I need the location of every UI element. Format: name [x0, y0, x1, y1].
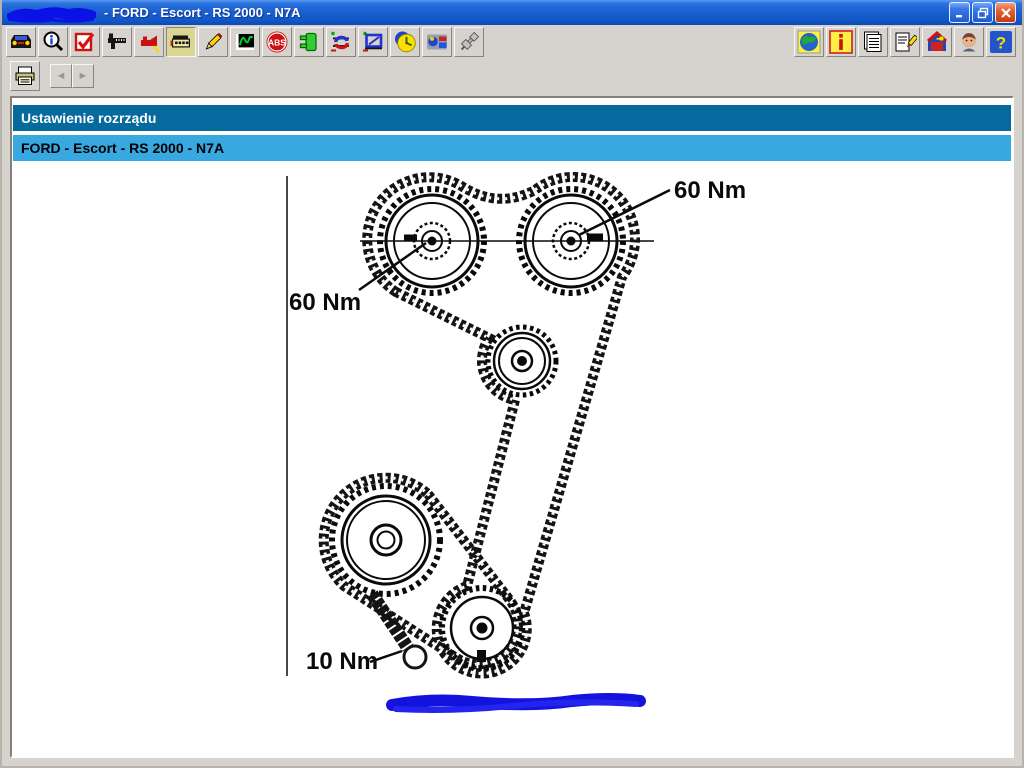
main-toolbar: ABS [2, 25, 1022, 59]
redaction-scribble-icon [6, 3, 98, 23]
search-info-icon [41, 30, 65, 54]
exhaust-circulation-button[interactable] [326, 27, 356, 57]
circulation-arrows-icon [329, 30, 353, 54]
torque-label-left-cam: 60 Nm [289, 289, 361, 316]
back-button[interactable]: ◄ [50, 64, 72, 88]
help-button[interactable]: ? [986, 27, 1016, 57]
info-icon [829, 30, 853, 54]
torque-label-right-cam: 60 Nm [674, 177, 746, 204]
minimize-icon [954, 7, 966, 19]
restore-icon [977, 7, 989, 19]
person-icon [957, 30, 981, 54]
page-nav-group: ◄ ► [50, 64, 94, 88]
service-intervals-button[interactable] [390, 27, 420, 57]
home-access-button[interactable] [922, 27, 952, 57]
close-button[interactable] [995, 2, 1016, 23]
air-conditioning-button[interactable] [422, 27, 452, 57]
back-arrow-icon: ◄ [56, 70, 67, 82]
oscilloscope-icon [233, 30, 257, 54]
print-button[interactable] [10, 61, 40, 91]
engine-timing-button-active[interactable] [166, 27, 196, 57]
oscilloscope-button[interactable] [230, 27, 260, 57]
abs-icon: ABS [265, 30, 289, 54]
section-title: Ustawienie rozrządu [21, 110, 156, 126]
forward-button[interactable]: ► [72, 64, 94, 88]
vehicle-title: FORD - Escort - RS 2000 - N7A [21, 140, 224, 156]
contact-person-button[interactable] [954, 27, 984, 57]
spark-plug-icon [457, 30, 481, 54]
auxiliary-sprocket [332, 486, 440, 594]
inspection-checklist-button[interactable] [70, 27, 100, 57]
abs-label: ABS [268, 38, 286, 48]
crankshaft-sprocket [442, 588, 522, 668]
display-panel-button[interactable] [358, 27, 388, 57]
torque-label-tensioner: 10 Nm [306, 648, 378, 675]
title-bar: - FORD - Escort - RS 2000 - N7A [2, 0, 1022, 25]
documents-icon [861, 30, 885, 54]
minimize-button[interactable] [949, 2, 970, 23]
connector-plug-icon [297, 30, 321, 54]
help-icon: ? [989, 30, 1013, 54]
caliper-icon [105, 30, 129, 54]
restore-button[interactable] [972, 2, 993, 23]
vehicle-info-button[interactable] [38, 27, 68, 57]
air-conditioning-icon [425, 30, 449, 54]
idler-sprocket [488, 327, 556, 395]
oil-can-icon [137, 30, 161, 54]
clock-globe-icon [393, 30, 417, 54]
page-toolbar: ◄ ► [2, 59, 1022, 93]
repair-notes-button[interactable] [198, 27, 228, 57]
right-timing-mark [587, 234, 603, 242]
home-key-icon [925, 30, 949, 54]
vehicle-select-button[interactable] [6, 27, 36, 57]
lubricants-button[interactable] [134, 27, 164, 57]
close-icon [1000, 7, 1012, 19]
upper-timing-chain [367, 177, 635, 674]
timing-diagram-area: 60 Nm 60 Nm 10 Nm [12, 163, 1012, 758]
forward-arrow-icon: ► [78, 70, 89, 82]
section-title-bar: Ustawienie rozrządu [13, 105, 1011, 131]
internet-button[interactable] [794, 27, 824, 57]
vehicle-icon [9, 30, 33, 54]
vehicle-title-bar: FORD - Escort - RS 2000 - N7A [13, 135, 1011, 161]
content-panel: Ustawienie rozrządu FORD - Escort - RS 2… [10, 96, 1014, 758]
engine-icon [169, 30, 193, 54]
print-icon [13, 64, 37, 88]
left-timing-mark [404, 235, 417, 242]
connector-pinout-button[interactable] [294, 27, 324, 57]
spark-plug-button[interactable] [454, 27, 484, 57]
globe-icon [797, 30, 821, 54]
information-button[interactable] [826, 27, 856, 57]
timing-chain-diagram: 60 Nm 60 Nm 10 Nm [12, 163, 1014, 758]
window-title: - FORD - Escort - RS 2000 - N7A [104, 5, 301, 20]
documents-button[interactable] [858, 27, 888, 57]
abs-button[interactable]: ABS [262, 27, 292, 57]
redacted-app-name-scribble [6, 3, 98, 23]
technical-data-button[interactable] [102, 27, 132, 57]
edit-document-icon [893, 30, 917, 54]
redaction-scribble-bottom [392, 699, 640, 710]
crank-timing-mark [477, 650, 486, 662]
display-frame-icon [361, 30, 385, 54]
pencil-icon [201, 30, 225, 54]
checkbox-icon [73, 30, 97, 54]
toolbar-right-group: ? [794, 27, 1018, 57]
edit-notes-button[interactable] [890, 27, 920, 57]
help-glyph: ? [996, 34, 1006, 53]
